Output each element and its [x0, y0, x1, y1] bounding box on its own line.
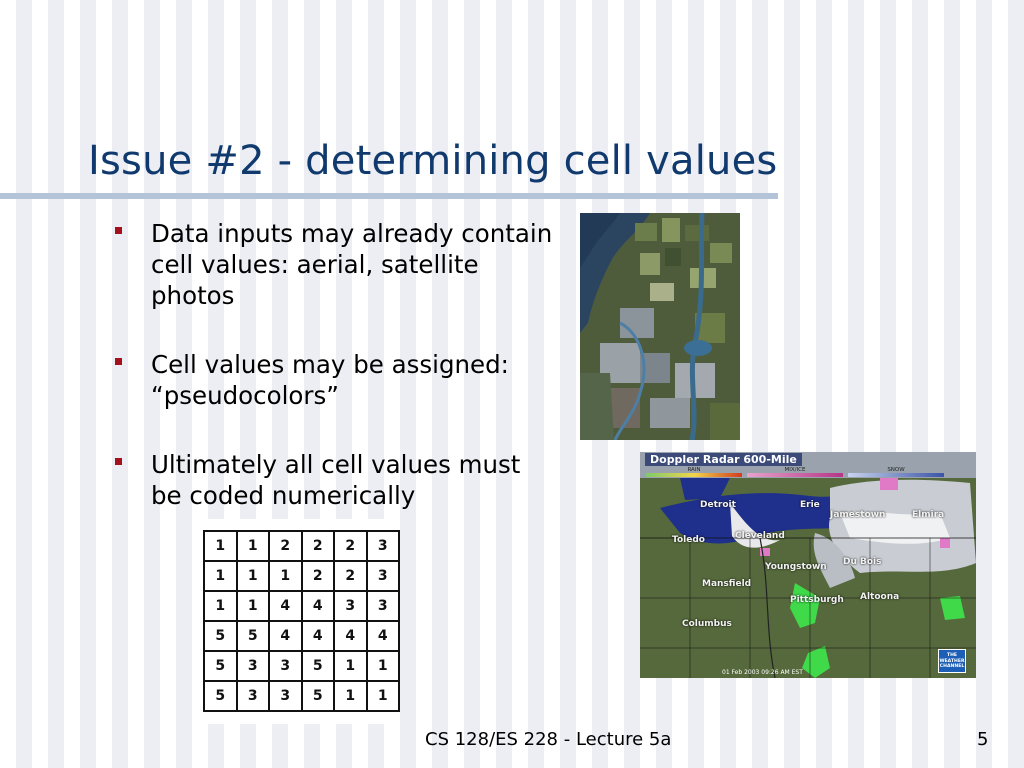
doppler-radar-map: Doppler Radar 600-Mile RAIN MIX/ICE SNOW [640, 452, 976, 678]
cell-grid-image: 112223111223114433554444533511533511 [196, 519, 400, 724]
bullet-list: Data inputs may already contain cell val… [115, 218, 555, 549]
radar-timestamp: 01 Feb 2003 09:26 AM EST [722, 669, 803, 676]
grid-cell: 3 [235, 680, 270, 712]
grid-cell: 5 [235, 620, 270, 652]
grid-cell: 2 [333, 560, 368, 592]
aerial-satellite-photo [580, 213, 740, 440]
city-label: Pittsburgh [790, 595, 844, 605]
weather-channel-logo: THE WEATHER CHANNEL [938, 649, 966, 673]
city-label: Mansfield [702, 579, 752, 589]
radar-title: Doppler Radar 600-Mile [645, 453, 802, 466]
bullet-text: Cell values may be assigned: “pseudocolo… [151, 350, 509, 410]
grid-cell: 1 [365, 680, 400, 712]
legend-mix-ice: MIX/ICE [747, 467, 843, 477]
grid-cell: 2 [300, 530, 335, 562]
city-label: Toledo [672, 535, 705, 545]
legend-snow-bar [848, 473, 944, 477]
bullet-text: Data inputs may already contain cell val… [151, 219, 553, 310]
grid-row: 533511 [203, 680, 400, 712]
grid-cell: 1 [203, 590, 238, 622]
city-label: Youngstown [765, 562, 827, 572]
radar-legend: RAIN MIX/ICE SNOW [646, 467, 944, 477]
grid-cell: 3 [268, 680, 303, 712]
grid-cell: 3 [365, 590, 400, 622]
title-underline [0, 193, 778, 199]
grid-cell: 3 [268, 650, 303, 682]
city-label: Erie [800, 500, 820, 510]
city-label: Detroit [700, 500, 736, 510]
grid-cell: 4 [300, 620, 335, 652]
grid-cell: 3 [365, 530, 400, 562]
grid-cell: 1 [203, 530, 238, 562]
grid-row: 533511 [203, 650, 400, 682]
city-label: Altoona [860, 592, 900, 602]
grid-cell: 1 [268, 560, 303, 592]
legend-rain: RAIN [646, 467, 742, 477]
grid-cell: 1 [365, 650, 400, 682]
city-label: Cleveland [735, 531, 785, 541]
grid-cell: 3 [365, 560, 400, 592]
grid-cell: 2 [300, 560, 335, 592]
grid-cell: 4 [365, 620, 400, 652]
grid-cell: 4 [333, 620, 368, 652]
grid-row: 112223 [203, 530, 400, 562]
grid-cell: 5 [203, 680, 238, 712]
grid-cell: 5 [300, 680, 335, 712]
city-label: Du Bois [843, 557, 882, 567]
legend-mix-ice-bar [747, 473, 843, 477]
city-label: Jamestown [830, 510, 886, 520]
bullet-square-icon [115, 358, 122, 365]
bullet-item: Data inputs may already contain cell val… [115, 218, 555, 311]
grid-row: 111223 [203, 560, 400, 592]
bullet-text: Ultimately all cell values must be coded… [151, 450, 521, 510]
cell-value-grid: 112223111223114433554444533511533511 [203, 530, 400, 712]
bullet-item: Cell values may be assigned: “pseudocolo… [115, 349, 555, 411]
grid-cell: 4 [300, 590, 335, 622]
bullet-item: Ultimately all cell values must be coded… [115, 449, 555, 511]
legend-rain-bar [646, 473, 742, 477]
grid-cell: 2 [333, 530, 368, 562]
grid-cell: 1 [333, 680, 368, 712]
grid-cell: 5 [203, 650, 238, 682]
grid-cell: 3 [235, 650, 270, 682]
grid-cell: 1 [235, 530, 270, 562]
grid-cell: 3 [333, 590, 368, 622]
grid-cell: 1 [235, 560, 270, 592]
bullet-square-icon [115, 227, 122, 234]
slide-title: Issue #2 - determining cell values [88, 138, 778, 184]
bullet-square-icon [115, 458, 122, 465]
grid-cell: 1 [235, 590, 270, 622]
grid-cell: 4 [268, 620, 303, 652]
grid-cell: 5 [203, 620, 238, 652]
legend-snow: SNOW [848, 467, 944, 477]
grid-cell: 1 [333, 650, 368, 682]
grid-cell: 2 [268, 530, 303, 562]
grid-cell: 4 [268, 590, 303, 622]
slide-footer: CS 128/ES 228 - Lecture 5a [425, 729, 672, 750]
grid-row: 554444 [203, 620, 400, 652]
city-label: Elmira [912, 510, 945, 520]
grid-row: 114433 [203, 590, 400, 622]
page-number: 5 [977, 729, 989, 750]
radar-header: Doppler Radar 600-Mile RAIN MIX/ICE SNOW [640, 452, 976, 478]
grid-cell: 1 [203, 560, 238, 592]
grid-cell: 5 [300, 650, 335, 682]
city-label: Columbus [682, 619, 732, 629]
